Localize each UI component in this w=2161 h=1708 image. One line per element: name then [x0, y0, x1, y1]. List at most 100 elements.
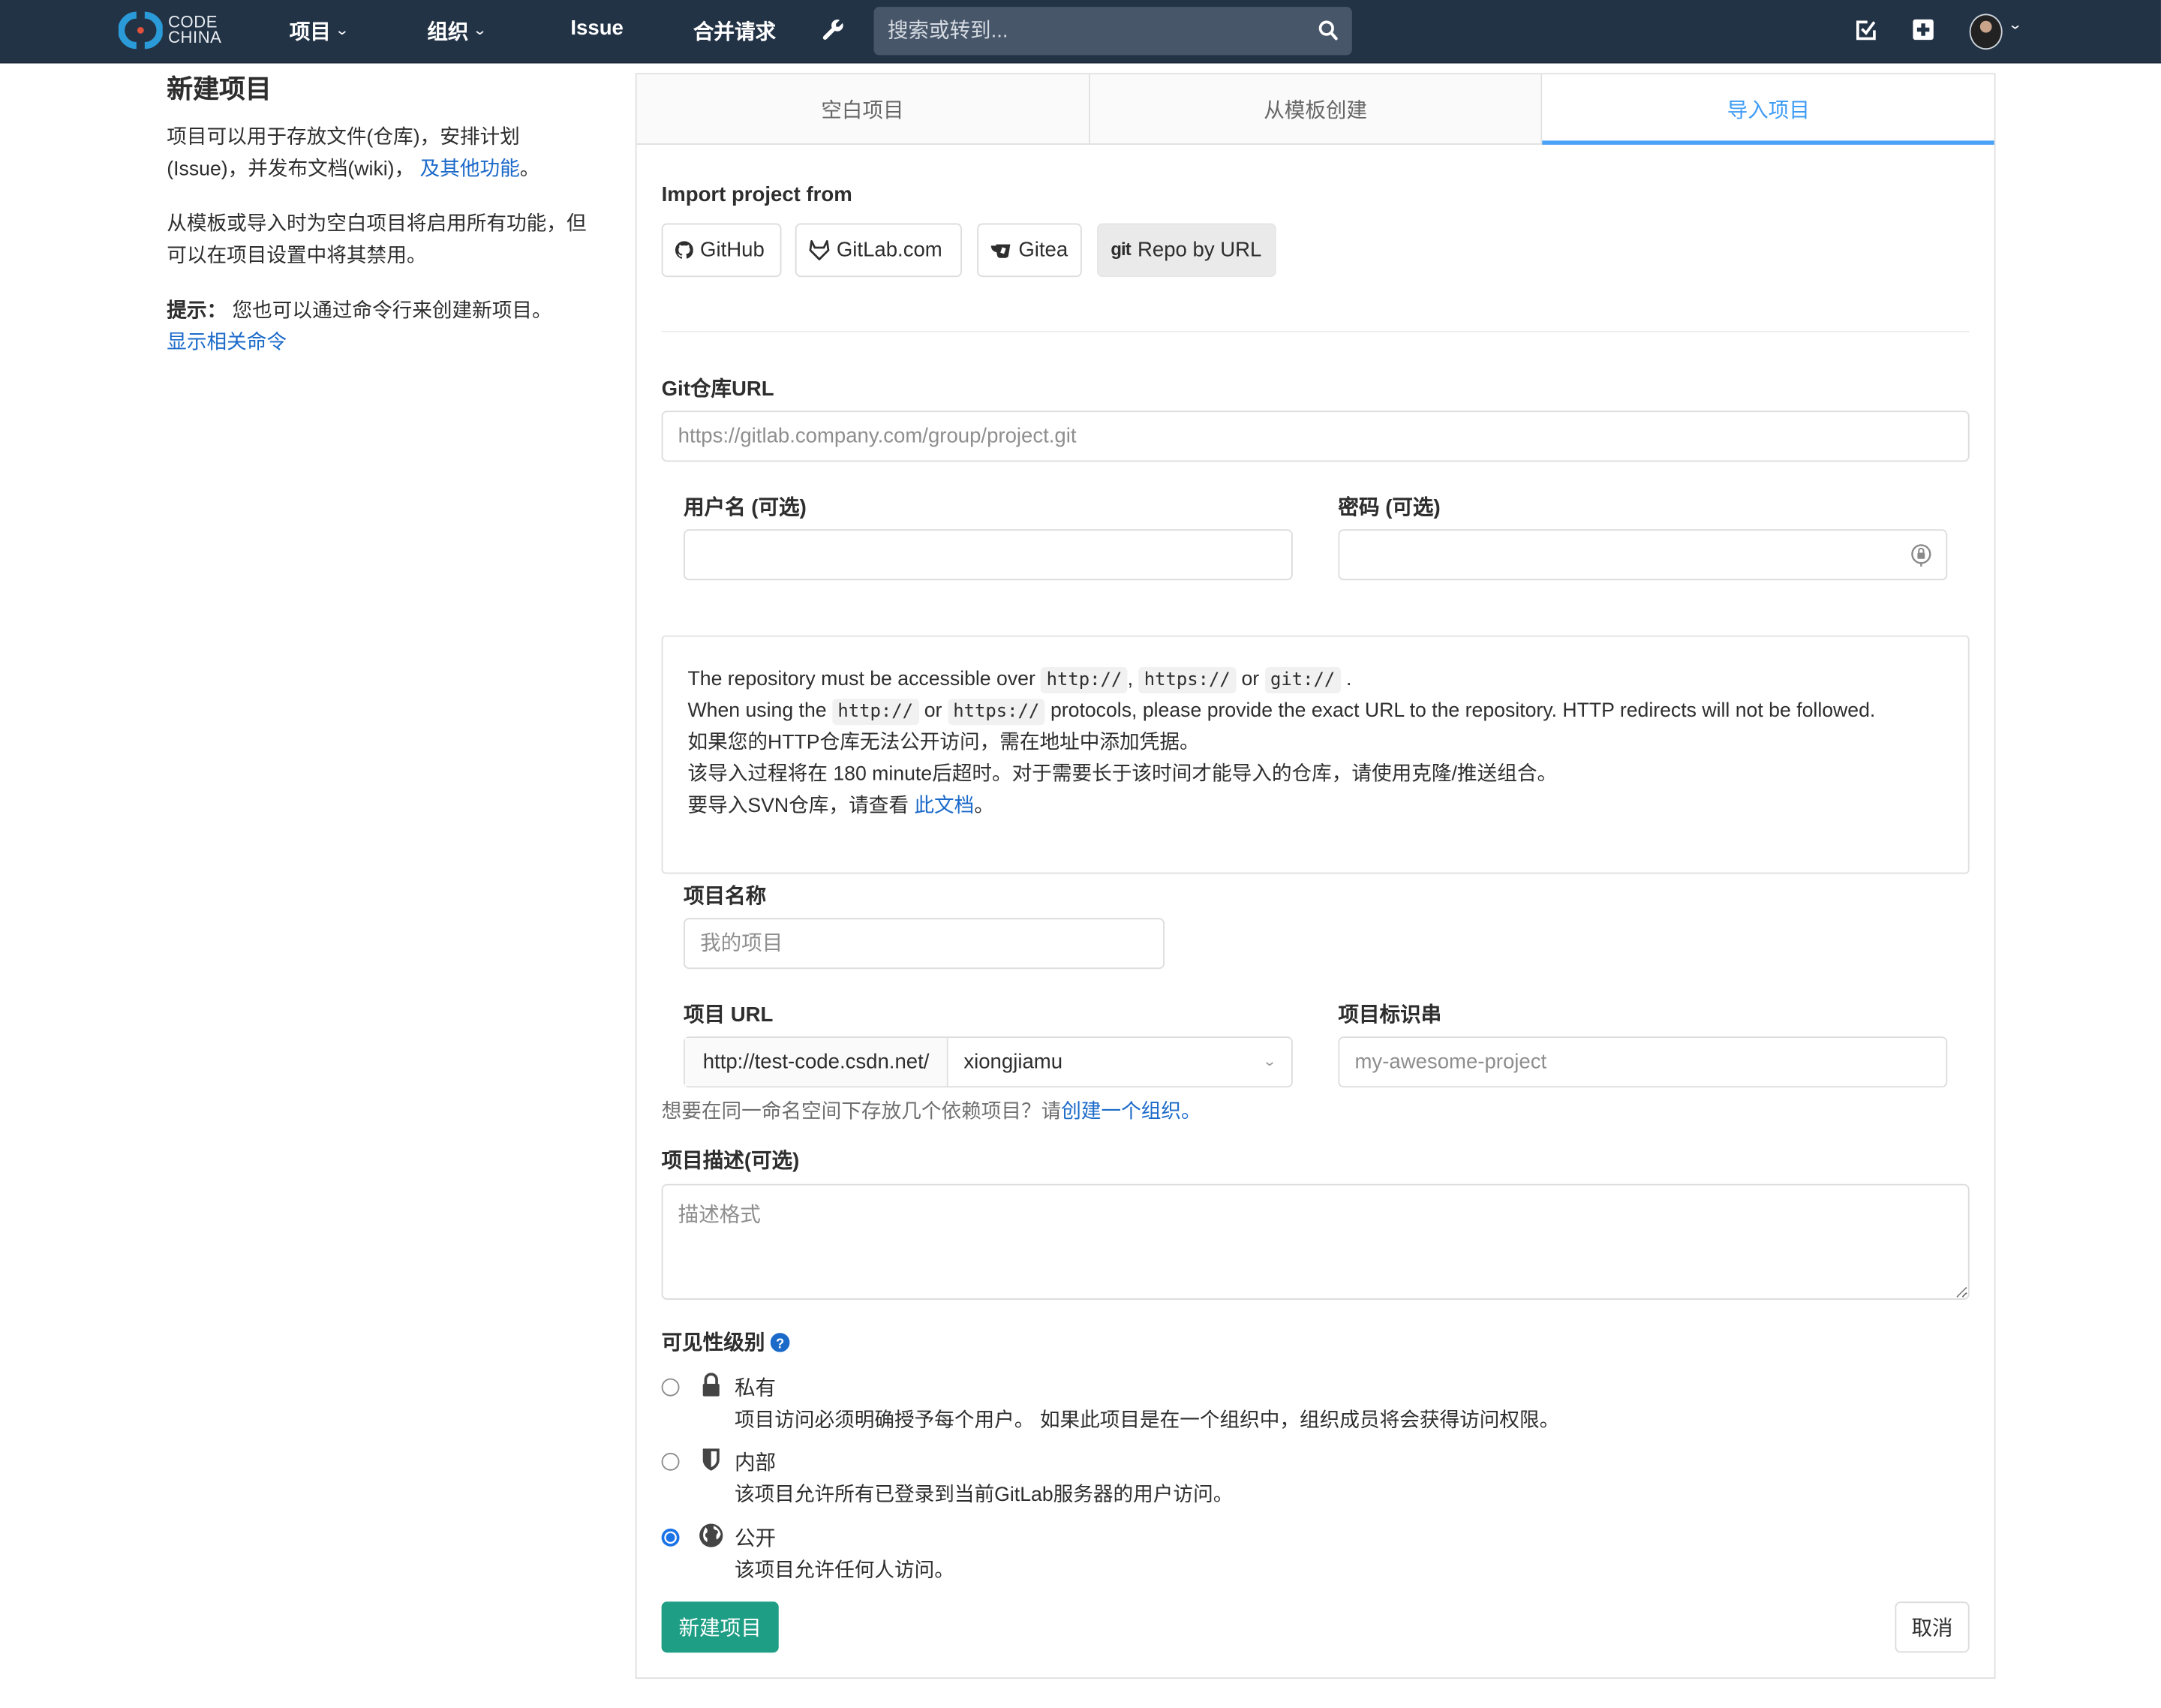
tip-label: 提示： — [167, 300, 227, 323]
radio-internal[interactable] — [661, 1452, 680, 1471]
import-from-label: Import project from — [661, 183, 852, 207]
import-gitea-button[interactable]: Gitea — [977, 223, 1082, 278]
git-icon: git — [1111, 237, 1131, 259]
page-intro: 新建项目 项目可以用于存放文件(仓库)，安排计划(Issue)，并发布文档(wi… — [167, 69, 594, 383]
template-note: 从模板或导入时为空白项目将启用所有功能，但可以在项目设置中将其禁用。 — [167, 213, 587, 268]
chevron-down-icon: ⌄ — [2007, 17, 2023, 34]
import-gitlab-button[interactable]: GitLab.com — [795, 223, 963, 278]
import-gitlab-label: GitLab.com — [836, 238, 942, 262]
tip-text: 您也可以通过命令行来创建新项目。 — [232, 300, 552, 323]
visibility-label: 可见性级别 ? — [662, 1328, 790, 1357]
code-http: http:// — [831, 699, 919, 726]
code-http: http:// — [1041, 666, 1128, 693]
help-icon[interactable]: ? — [770, 1332, 790, 1352]
username-input[interactable] — [684, 529, 1293, 581]
visibility-title: 公开 — [734, 1527, 777, 1551]
chevron-down-icon: ⌄ — [334, 23, 350, 39]
namespace-select[interactable]: xiongjiamu ⌄ — [948, 1038, 1291, 1086]
info-text: . — [1345, 668, 1352, 691]
intro-period: 。 — [519, 158, 540, 181]
tip-paragraph: 提示： 您也可以通过命令行来创建新项目。 显示相关命令 — [167, 296, 594, 359]
tab-from-template[interactable]: 从模板创建 — [1090, 74, 1543, 144]
info-text: protocols, please provide the exact URL … — [1044, 700, 1876, 723]
cancel-button[interactable]: 取消 — [1895, 1601, 1970, 1653]
info-text: or — [924, 700, 942, 723]
info-line-4: 该导入过程将在 180 minute后超时。对于需要长于该时间才能导入的仓库，请… — [687, 763, 1558, 786]
radio-public[interactable] — [661, 1528, 680, 1547]
divider — [661, 330, 1970, 332]
create-group-link[interactable]: 创建一个组织。 — [1061, 1102, 1201, 1123]
visibility-option-private[interactable]: 私有 项目访问必须明确授予每个用户。 如果此项目是在一个组织中，组织成员将会获得… — [661, 1373, 1559, 1433]
project-name-label: 项目名称 — [684, 885, 767, 909]
avatar-dropdown[interactable]: ⌄ — [2007, 17, 2023, 34]
visibility-option-public[interactable]: 公开 该项目允许任何人访问。 — [661, 1523, 954, 1584]
todo-icon[interactable] — [1855, 20, 1877, 41]
create-project-button[interactable]: 新建项目 — [661, 1601, 779, 1653]
nav-groups-label: 组织 — [427, 20, 469, 44]
info-line-5: 要导入SVN仓库，请查看 此文档。 — [688, 791, 1943, 822]
tab-label: 从模板创建 — [1264, 98, 1368, 122]
project-name-input[interactable] — [684, 918, 1165, 970]
avatar[interactable] — [1969, 14, 2003, 50]
plus-square-icon[interactable] — [1913, 19, 1934, 41]
nav-merge-requests[interactable]: 合并请求 — [693, 17, 776, 46]
intro-paragraph: 项目可以用于存放文件(仓库)，安排计划(Issue)，并发布文档(wiki)， … — [167, 122, 594, 185]
info-text: The repository must be accessible over — [687, 668, 1041, 691]
visibility-title: 内部 — [734, 1451, 777, 1475]
password-manager-icon[interactable] — [1910, 543, 1932, 568]
search-box[interactable] — [873, 7, 1352, 56]
info-text: or — [1241, 668, 1260, 691]
import-repo-by-url-label: Repo by URL — [1137, 238, 1262, 262]
tab-blank-project[interactable]: 空白项目 — [636, 74, 1090, 144]
password-label: 密码 (可选) — [1338, 496, 1441, 520]
project-slug-input[interactable] — [1338, 1036, 1948, 1088]
nav-merge-requests-label: 合并请求 — [693, 20, 777, 44]
tab-import-project[interactable]: 导入项目 — [1542, 74, 1994, 145]
project-url-group: http://test-code.csdn.net/ xiongjiamu ⌄ — [684, 1036, 1293, 1088]
git-url-input[interactable] — [661, 410, 1970, 462]
nav-issues-label: Issue — [570, 17, 624, 41]
info-text: 。 — [974, 795, 994, 818]
visibility-description: 该项目允许所有已登录到当前GitLab服务器的用户访问。 — [734, 1484, 1234, 1507]
namespace-value: xiongjiamu — [963, 1050, 1063, 1074]
visibility-text: 内部 该项目允许所有已登录到当前GitLab服务器的用户访问。 — [735, 1448, 1233, 1508]
nav-issues[interactable]: Issue — [570, 17, 623, 40]
logo[interactable]: CODE CHINA — [118, 11, 222, 50]
chevron-down-icon: ⌄ — [472, 23, 488, 39]
svg-text:?: ? — [776, 1334, 784, 1350]
visibility-title: 私有 — [734, 1376, 777, 1401]
import-github-button[interactable]: GitHub — [661, 223, 782, 278]
import-info-box: The repository must be accessible over h… — [661, 635, 1970, 874]
info-line-2: When using the http:// or https:// proto… — [688, 696, 1943, 728]
url-prefix: http://test-code.csdn.net/ — [684, 1038, 949, 1087]
nav-projects[interactable]: 项目 ⌄ — [289, 17, 350, 46]
nav-groups[interactable]: 组织 ⌄ — [427, 17, 488, 46]
chevron-down-icon: ⌄ — [1261, 1054, 1277, 1070]
info-text: When using the — [687, 700, 832, 723]
globe-icon — [699, 1523, 723, 1547]
search-input[interactable] — [873, 17, 1304, 44]
project-slug-label: 项目标识串 — [1338, 1003, 1442, 1027]
visibility-text: 公开 该项目允许任何人访问。 — [735, 1523, 954, 1584]
nav-projects-label: 项目 — [289, 20, 331, 44]
info-text: , — [1127, 668, 1133, 691]
import-repo-by-url-button[interactable]: git Repo by URL — [1097, 223, 1276, 278]
password-input[interactable] — [1338, 529, 1948, 581]
description-textarea[interactable] — [661, 1183, 1970, 1301]
project-type-tabs: 空白项目 从模板创建 导入项目 — [636, 73, 1994, 145]
logo-text-line2: CHINA — [168, 27, 222, 47]
wrench-icon[interactable] — [822, 18, 845, 41]
shield-icon — [702, 1448, 720, 1471]
more-features-link[interactable]: 及其他功能 — [420, 158, 520, 180]
info-line-1: The repository must be accessible over h… — [688, 664, 1943, 696]
svn-docs-link[interactable]: 此文档 — [914, 795, 974, 817]
info-line-3: 如果您的HTTP仓库无法公开访问，需在地址中添加凭据。 — [687, 732, 1200, 754]
visibility-option-internal[interactable]: 内部 该项目允许所有已登录到当前GitLab服务器的用户访问。 — [661, 1448, 1233, 1508]
top-navbar: CODE CHINA 项目 ⌄ 组织 ⌄ Issue 合并请求 搜索或转到...… — [0, 0, 2161, 64]
visibility-description: 该项目允许任何人访问。 — [734, 1560, 954, 1583]
show-commands-link[interactable]: 显示相关命令 — [167, 332, 287, 354]
search-icon[interactable] — [1318, 20, 1339, 41]
project-url-label: 项目 URL — [684, 1003, 774, 1027]
radio-private[interactable] — [661, 1378, 680, 1397]
code-https: https:// — [1138, 666, 1237, 693]
